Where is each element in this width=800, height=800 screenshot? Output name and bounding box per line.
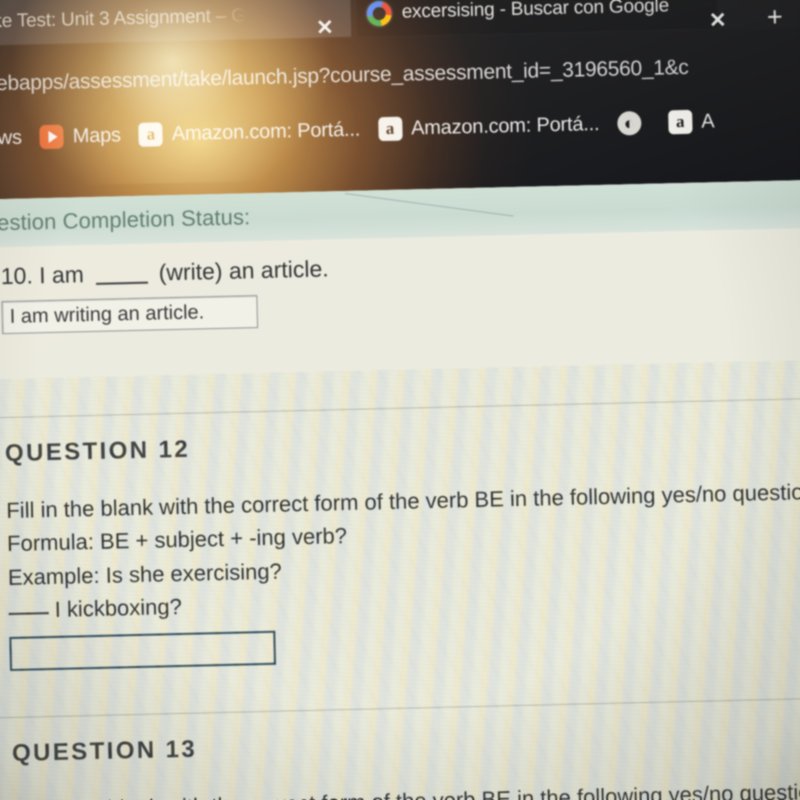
new-tab-button[interactable]: +	[767, 2, 783, 32]
youtube-icon	[39, 124, 65, 150]
question-10-prompt-before: I am	[38, 261, 85, 289]
question-10-answer-input[interactable]: I am writing an article.	[1, 295, 259, 335]
answer-value: I am writing an article.	[9, 301, 205, 328]
close-icon[interactable]: ✕	[709, 9, 727, 32]
bookmark-label: A	[701, 109, 715, 133]
bookmark-label: News	[0, 126, 23, 150]
url-text: n/webapps/assessment/take/launch.jsp?cou…	[0, 55, 689, 96]
question-12-block: QUESTION 12 Fill in the blank with the c…	[0, 396, 800, 672]
browser-chrome: Take Test: Unit 3 Assignment – G excersi…	[0, 0, 800, 200]
google-icon	[366, 0, 392, 26]
bookmark-amazon-2[interactable]: a Amazon.com: Portá...	[369, 104, 609, 150]
bookmark-label: Maps	[72, 123, 122, 147]
question-10-prompt-after: (write) an article.	[158, 255, 329, 286]
tab-take-test[interactable]: Take Test: Unit 3 Assignment – G	[0, 0, 352, 46]
question-10-number: 10.	[0, 262, 34, 290]
tab-google-search[interactable]: excersising - Buscar con Google	[356, 0, 718, 37]
close-icon[interactable]: ✕	[316, 16, 334, 39]
question-12-answer-input[interactable]	[9, 630, 277, 671]
tab-strip: Take Test: Unit 3 Assignment – G excersi…	[0, 0, 800, 48]
screenshot-root: Take Test: Unit 3 Assignment – G excersi…	[0, 0, 800, 800]
question-13-line-1: Fill in the blank with the correct form …	[13, 774, 800, 800]
amazon-icon: a	[668, 109, 693, 135]
amazon-icon: a	[377, 116, 403, 142]
bookmark-label: Amazon.com: Portá...	[410, 112, 600, 139]
bookmark-amazon-1[interactable]: a Amazon.com: Portá...	[129, 109, 369, 155]
bookmark-globe[interactable]: ◐	[608, 103, 660, 144]
bookmark-maps[interactable]: Maps	[30, 115, 130, 157]
question-12-body: Fill in the blank with the correct form …	[0, 448, 800, 672]
question-completion-status-label: Question Completion Status:	[0, 204, 251, 236]
question-10-prompt: 10. I am (write) an article.	[0, 250, 560, 290]
bookmark-label: Amazon.com: Portá...	[171, 118, 361, 145]
web-page: Question Completion Status: 10. I am (wr…	[0, 178, 800, 800]
tab-title: excersising - Buscar con Google	[401, 0, 670, 23]
globe-icon: ◐	[617, 110, 642, 136]
fill-in-blank	[95, 281, 148, 285]
amazon-icon: a	[138, 122, 164, 147]
test-content: 10. I am (write) an article. I am writin…	[0, 226, 800, 800]
question-10-block: 10. I am (write) an article. I am writin…	[0, 250, 562, 335]
hairline-artifact	[344, 192, 514, 217]
tab-title: Take Test: Unit 3 Assignment – G	[0, 5, 247, 33]
question-13-block: QUESTION 13 Fill in the blank with the c…	[0, 696, 800, 800]
bookmark-amazon-3[interactable]: a A	[659, 101, 724, 143]
bookmark-news[interactable]: News	[0, 117, 31, 159]
photographed-screen: Take Test: Unit 3 Assignment – G excersi…	[0, 0, 800, 800]
